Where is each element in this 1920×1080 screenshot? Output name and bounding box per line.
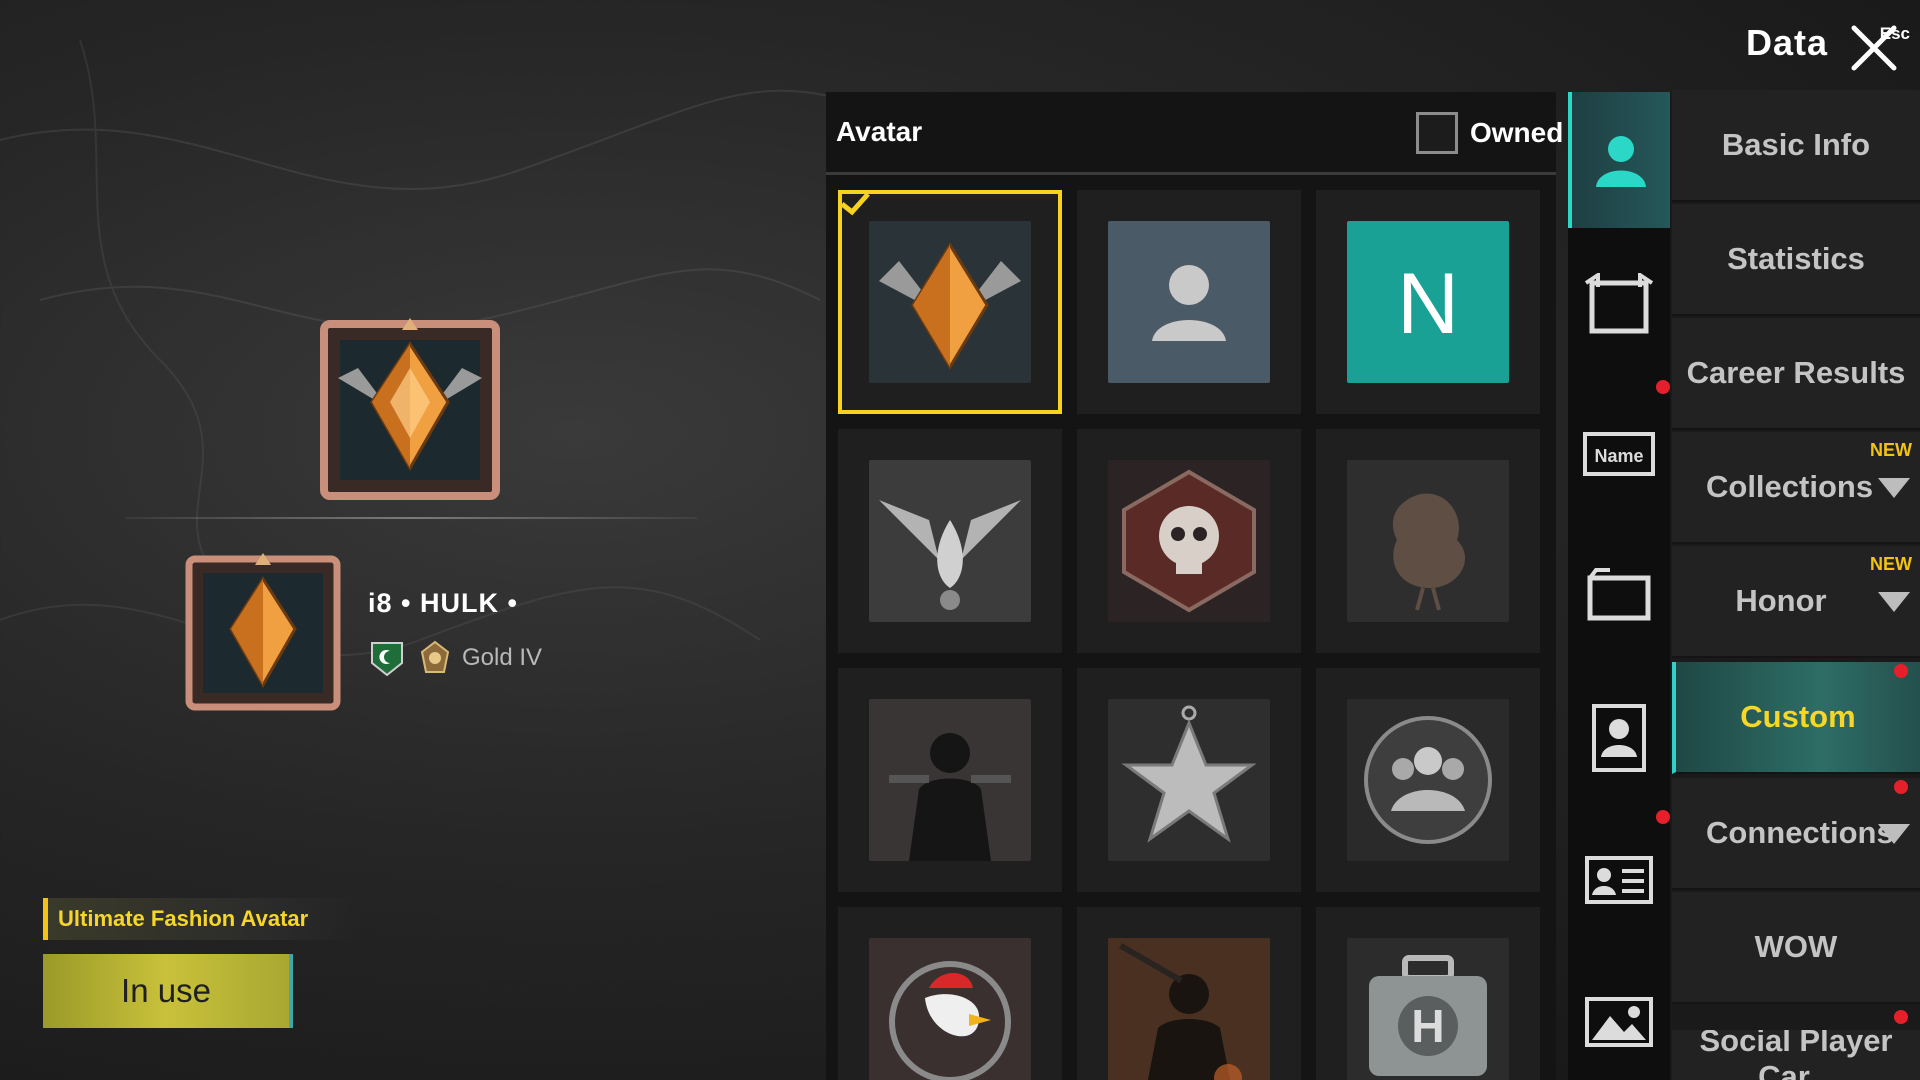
avatar-name-label: Ultimate Fashion Avatar <box>43 898 363 940</box>
nav-connections[interactable]: Connections <box>1672 778 1920 890</box>
pakistan-flag-icon <box>371 642 403 677</box>
avatar-cell-gunman[interactable] <box>838 668 1062 892</box>
profile-divider <box>125 517 697 519</box>
new-badge: NEW <box>1870 554 1912 574</box>
banner-icon <box>1587 568 1651 621</box>
nav-wow[interactable]: WOW <box>1672 892 1920 1004</box>
nav-label: Custom <box>1740 699 1856 734</box>
nav-label: WOW <box>1754 929 1838 964</box>
nav-honor[interactable]: NEW Honor <box>1672 546 1920 658</box>
nameplate-tab[interactable]: Name <box>1568 386 1670 522</box>
frame-tab[interactable] <box>1568 236 1670 372</box>
background-tab[interactable] <box>1568 954 1670 1080</box>
soldier-avatar-image <box>1108 938 1270 1080</box>
chevron-down-icon <box>1878 824 1910 844</box>
avatar-cell-default[interactable] <box>1077 190 1301 414</box>
chevron-down-icon <box>1878 478 1910 498</box>
nav-label: Basic Info <box>1721 127 1871 162</box>
avatar-tab[interactable] <box>1568 92 1670 228</box>
svg-text:N: N <box>1397 256 1459 352</box>
owned-filter[interactable]: Owned <box>1416 112 1563 154</box>
nav-label: Statistics <box>1727 241 1865 276</box>
notification-dot <box>1894 664 1908 678</box>
panel-title: Avatar <box>836 116 923 147</box>
nav-statistics[interactable]: Statistics <box>1672 204 1920 316</box>
banner-tab[interactable] <box>1568 528 1670 664</box>
portrait-tab[interactable] <box>1568 670 1670 806</box>
letter-n-avatar-image: N <box>1347 221 1509 383</box>
new-badge: NEW <box>1870 440 1912 460</box>
avatar-cell-letter[interactable]: N <box>1316 190 1540 414</box>
user-icon <box>1596 136 1646 187</box>
frame-icon <box>1584 273 1654 334</box>
nav-label: Collections <box>1706 469 1874 504</box>
nav-basic-info[interactable]: Basic Info <box>1672 90 1920 202</box>
current-avatar-preview <box>320 318 500 500</box>
nav-collections[interactable]: NEW Collections <box>1672 432 1920 544</box>
avatar-cell-soldier[interactable] <box>1077 907 1301 1080</box>
id-card-tab[interactable] <box>1568 812 1670 948</box>
avatar-cell-rooster[interactable] <box>838 907 1062 1080</box>
winged-flame-avatar-image <box>869 460 1031 622</box>
profile-avatar[interactable] <box>183 545 343 711</box>
nav-social-player-card[interactable]: Social Player Car... <box>1672 1030 1920 1080</box>
squad-emblem-avatar-image <box>1347 699 1509 861</box>
svg-text:H: H <box>1411 1000 1444 1052</box>
nav-label: Connections <box>1706 815 1894 850</box>
star-medal-avatar-image <box>1108 699 1270 861</box>
nav-label: Honor <box>1735 583 1827 618</box>
notification-dot <box>1894 780 1908 794</box>
avatar-grid: N H <box>838 190 1540 1080</box>
avatar-cell-skull[interactable] <box>1077 429 1301 653</box>
selected-check-icon <box>840 192 870 216</box>
rooster-avatar-image <box>869 938 1031 1080</box>
nav-career-results[interactable]: Career Results <box>1672 318 1920 430</box>
close-button[interactable]: Esc <box>1846 18 1912 74</box>
nameplate-icon: Name <box>1583 432 1655 476</box>
image-icon <box>1585 997 1653 1047</box>
avatar-cell-gold-crest[interactable] <box>838 190 1062 414</box>
owned-label: Owned <box>1470 117 1564 148</box>
rank-label: Gold IV <box>462 644 543 671</box>
nav-label: Social Player Car... <box>1699 1030 1893 1080</box>
portrait-icon <box>1592 704 1646 772</box>
player-name: i8 • HULK • <box>368 588 518 618</box>
in-use-button[interactable]: In use <box>43 954 293 1028</box>
medkit-avatar-image: H <box>1347 938 1509 1080</box>
gunman-avatar-image <box>869 699 1031 861</box>
panel-divider <box>826 172 1556 175</box>
avatar-cell-medkit[interactable]: H <box>1316 907 1540 1080</box>
avatar-cell-star-medal[interactable] <box>1077 668 1301 892</box>
notification-dot <box>1894 1010 1908 1024</box>
avatar-cell-winged-flame[interactable] <box>838 429 1062 653</box>
page-title: Data <box>1746 22 1829 63</box>
gold-crest-avatar-image <box>869 221 1031 383</box>
chicken-emblem-avatar-image <box>1347 460 1509 622</box>
id-card-icon <box>1585 856 1653 904</box>
gold-rank-icon <box>420 640 450 673</box>
owned-checkbox[interactable] <box>1416 112 1458 154</box>
nav-label: Career Results <box>1686 355 1906 390</box>
chevron-down-icon <box>1878 592 1910 612</box>
nav-custom[interactable]: Custom <box>1672 662 1920 774</box>
esc-hint: Esc <box>1879 24 1910 43</box>
default-user-avatar-image <box>1108 221 1270 383</box>
avatar-cell-squad[interactable] <box>1316 668 1540 892</box>
skull-avatar-image <box>1108 460 1270 622</box>
avatar-cell-chicken[interactable] <box>1316 429 1540 653</box>
nameplate-icon-text: Name <box>1594 446 1643 466</box>
